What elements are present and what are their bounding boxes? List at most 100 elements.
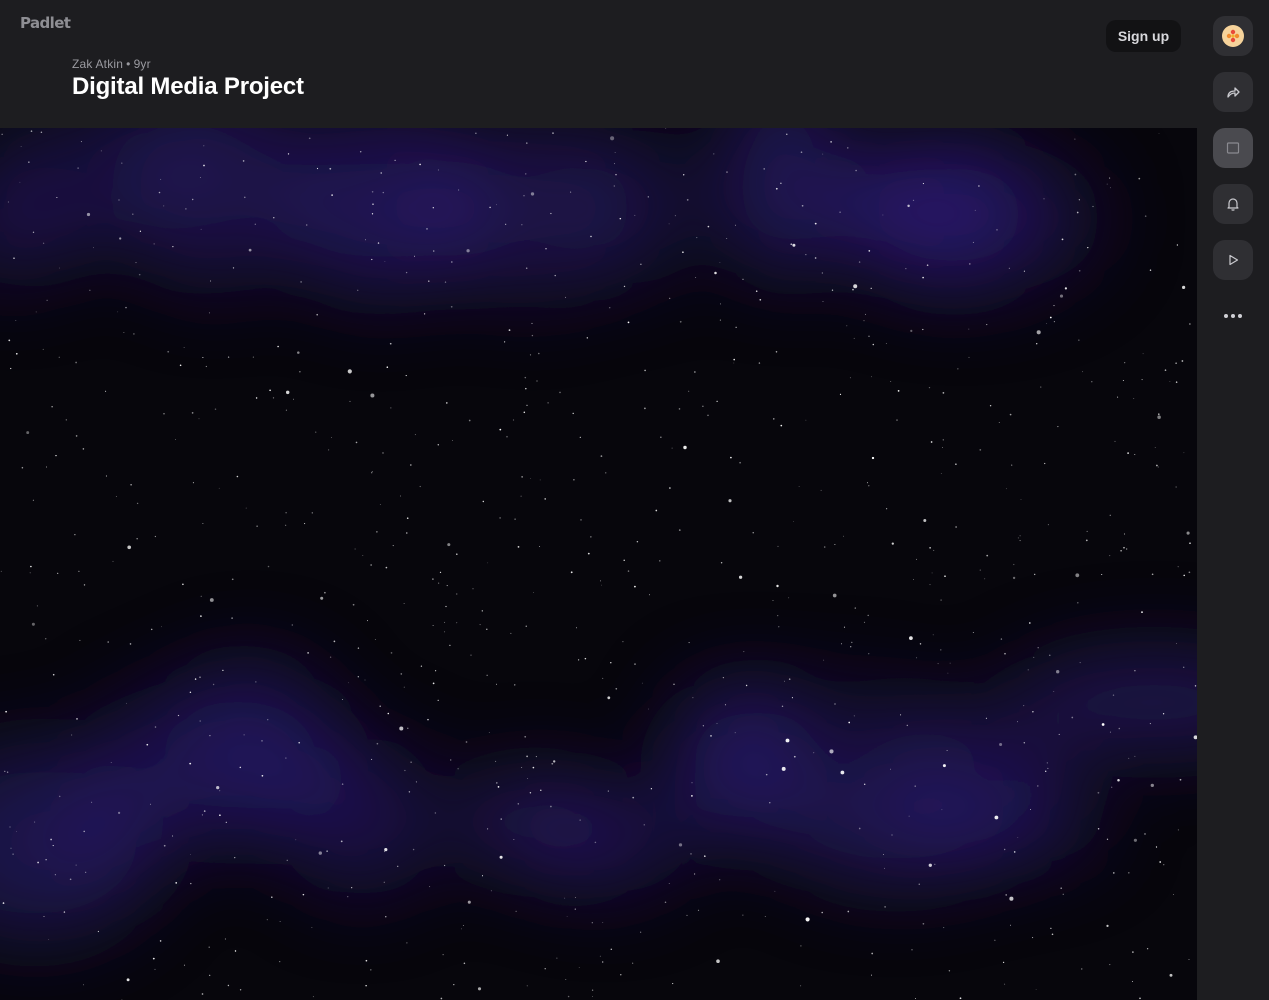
star bbox=[930, 441, 933, 443]
star bbox=[932, 634, 934, 636]
star bbox=[834, 543, 836, 546]
star bbox=[138, 273, 141, 276]
star bbox=[244, 196, 246, 199]
star bbox=[408, 791, 411, 793]
star bbox=[840, 770, 845, 775]
star bbox=[1138, 177, 1141, 180]
star bbox=[384, 848, 388, 852]
star bbox=[735, 224, 737, 226]
sign-up-button[interactable]: Sign up bbox=[1106, 20, 1181, 52]
star bbox=[440, 997, 443, 1000]
star bbox=[853, 337, 855, 339]
star bbox=[1085, 539, 1088, 542]
star bbox=[91, 801, 93, 803]
star bbox=[1023, 742, 1026, 744]
star bbox=[267, 565, 270, 568]
star bbox=[1049, 316, 1052, 319]
star bbox=[694, 371, 696, 373]
star bbox=[640, 931, 642, 933]
star bbox=[412, 848, 415, 851]
star bbox=[590, 235, 592, 238]
star bbox=[955, 463, 957, 466]
star bbox=[959, 997, 962, 1000]
star bbox=[683, 174, 685, 176]
star bbox=[1109, 731, 1111, 733]
star bbox=[1053, 305, 1055, 307]
star bbox=[256, 525, 258, 527]
star bbox=[117, 811, 121, 815]
more-button[interactable] bbox=[1213, 296, 1253, 336]
star bbox=[302, 893, 305, 896]
star bbox=[40, 131, 43, 134]
star bbox=[470, 654, 472, 656]
star bbox=[777, 615, 779, 617]
star bbox=[55, 454, 57, 457]
star bbox=[1181, 360, 1184, 362]
star bbox=[559, 391, 561, 394]
star bbox=[1106, 183, 1108, 185]
star bbox=[75, 864, 77, 866]
star bbox=[1155, 846, 1158, 848]
star bbox=[691, 782, 693, 784]
star bbox=[93, 247, 94, 249]
star bbox=[800, 151, 803, 154]
padlet-logo[interactable]: Padlet bbox=[20, 14, 71, 32]
star bbox=[205, 365, 207, 368]
star bbox=[891, 834, 893, 836]
star bbox=[232, 267, 235, 269]
share-button[interactable] bbox=[1213, 72, 1253, 112]
star bbox=[475, 132, 477, 134]
star bbox=[1128, 757, 1130, 759]
avatar-button[interactable] bbox=[1213, 16, 1253, 56]
star bbox=[576, 627, 577, 629]
star bbox=[252, 356, 254, 358]
star bbox=[456, 553, 458, 555]
star bbox=[713, 153, 715, 155]
star bbox=[514, 518, 516, 520]
star bbox=[551, 762, 554, 765]
star bbox=[905, 268, 907, 270]
star bbox=[43, 915, 45, 917]
star bbox=[172, 246, 174, 248]
star bbox=[231, 617, 233, 619]
star bbox=[203, 145, 205, 147]
star bbox=[891, 542, 894, 545]
star bbox=[714, 271, 717, 275]
star bbox=[405, 375, 407, 377]
star bbox=[758, 362, 761, 364]
star bbox=[922, 922, 925, 925]
star bbox=[1175, 486, 1177, 488]
star bbox=[928, 386, 931, 389]
star bbox=[1050, 927, 1052, 929]
star bbox=[97, 930, 100, 933]
star bbox=[822, 301, 824, 302]
star bbox=[2, 902, 5, 904]
notifications-button[interactable] bbox=[1213, 184, 1253, 224]
star bbox=[979, 449, 982, 451]
star bbox=[1177, 829, 1179, 831]
star bbox=[15, 319, 17, 321]
star bbox=[1169, 381, 1171, 382]
star bbox=[1139, 997, 1141, 1000]
author-name[interactable]: Zak Atkin bbox=[72, 57, 123, 71]
star bbox=[585, 160, 587, 163]
star bbox=[1131, 981, 1133, 982]
star bbox=[487, 828, 489, 830]
star bbox=[419, 485, 421, 488]
star bbox=[432, 625, 434, 627]
star bbox=[499, 428, 502, 431]
star bbox=[601, 584, 602, 586]
star bbox=[1034, 573, 1036, 576]
star bbox=[163, 205, 165, 207]
star bbox=[481, 875, 484, 877]
play-button[interactable] bbox=[1213, 240, 1253, 280]
star bbox=[1047, 767, 1049, 769]
star bbox=[668, 223, 670, 225]
star bbox=[613, 163, 615, 165]
star bbox=[13, 257, 15, 259]
slideshow-button[interactable] bbox=[1213, 128, 1253, 168]
star bbox=[1179, 778, 1182, 781]
star bbox=[177, 714, 180, 717]
star bbox=[1017, 537, 1019, 539]
star bbox=[78, 570, 80, 573]
